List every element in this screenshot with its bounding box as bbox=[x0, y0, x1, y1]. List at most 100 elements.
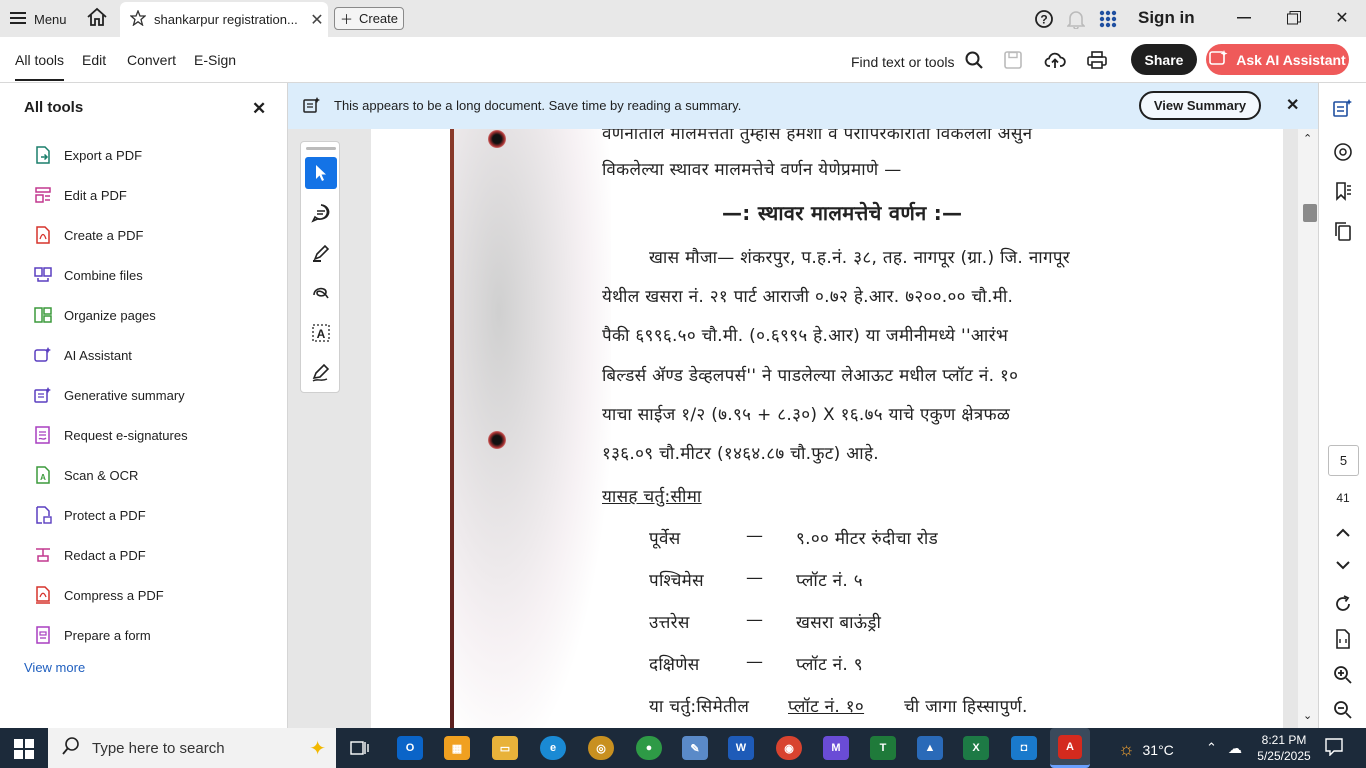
next-page-icon[interactable] bbox=[1331, 553, 1355, 577]
text-box-icon[interactable]: A bbox=[305, 317, 337, 349]
upload-cloud-icon[interactable] bbox=[1043, 49, 1067, 71]
notification-icon[interactable] bbox=[1325, 738, 1343, 761]
outlook-icon[interactable]: O bbox=[397, 736, 423, 760]
doc-line: विकलेल्या स्थावर मालमत्तेचे वर्णन येणेप्… bbox=[602, 160, 902, 180]
zoom-out-icon[interactable] bbox=[1331, 698, 1355, 722]
apps-grid-icon[interactable] bbox=[1097, 8, 1119, 30]
tool-label: Request e-signatures bbox=[64, 427, 188, 443]
scrollbar-thumb[interactable] bbox=[1303, 204, 1317, 222]
tool-redact-pdf[interactable]: Redact a PDF bbox=[34, 543, 146, 567]
task-view-icon[interactable] bbox=[348, 736, 374, 760]
tab-all-tools[interactable]: All tools bbox=[15, 52, 65, 81]
close-banner-icon[interactable]: ✕ bbox=[1286, 95, 1299, 115]
taskbar-search-box[interactable]: Type here to search ✦ bbox=[48, 728, 336, 768]
home-icon[interactable] bbox=[86, 7, 112, 31]
select-cursor-icon[interactable] bbox=[305, 157, 337, 189]
tab-edit[interactable]: Edit bbox=[82, 52, 106, 68]
minimize-icon[interactable] bbox=[1229, 4, 1259, 32]
close-panel-icon[interactable]: ✕ bbox=[252, 99, 266, 119]
current-page-input[interactable]: 5 bbox=[1328, 445, 1359, 476]
previous-page-icon[interactable] bbox=[1331, 521, 1355, 545]
pdf-page[interactable]: वणनातील मालमत्तता तुम्हास हमशा व पराापरक… bbox=[371, 129, 1283, 728]
find-tools-button[interactable]: Find text or tools bbox=[851, 51, 983, 72]
view-summary-button[interactable]: View Summary bbox=[1139, 91, 1261, 120]
document-tab[interactable]: shankarpur registration... ✕ bbox=[120, 2, 328, 37]
tool-organize-pages[interactable]: Organize pages bbox=[34, 303, 156, 327]
bookmark-icon[interactable] bbox=[1331, 179, 1355, 203]
menu-button[interactable]: Menu bbox=[10, 8, 67, 30]
tool-protect-pdf[interactable]: Protect a PDF bbox=[34, 503, 146, 527]
highlight-pen-icon[interactable] bbox=[305, 237, 337, 269]
paint-icon[interactable]: ✎ bbox=[682, 736, 708, 760]
print-icon[interactable] bbox=[1085, 49, 1109, 71]
scroll-down-arrow-icon[interactable]: ⌄ bbox=[1303, 709, 1312, 722]
tool-generative-summary[interactable]: Generative summary bbox=[34, 383, 185, 407]
tool-combine-files[interactable]: Combine files bbox=[34, 263, 143, 287]
tool-create-pdf[interactable]: Create a PDF bbox=[34, 223, 143, 247]
tool-edit-pdf[interactable]: Edit a PDF bbox=[34, 183, 127, 207]
panel-title: All tools bbox=[24, 99, 84, 116]
weather-icon: ☼ bbox=[1118, 739, 1135, 759]
tab-esign[interactable]: E-Sign bbox=[194, 52, 236, 68]
vertical-scrollbar[interactable]: ⌃ ⌄ bbox=[1298, 129, 1318, 728]
drag-handle[interactable] bbox=[306, 147, 336, 150]
banner-message: This appears to be a long document. Save… bbox=[334, 98, 742, 113]
create-button[interactable]: ＋ Create bbox=[334, 7, 404, 30]
microsoft-365-icon[interactable]: M bbox=[823, 736, 849, 760]
restore-icon[interactable] bbox=[1279, 4, 1309, 32]
copy-pages-icon[interactable] bbox=[1331, 219, 1355, 243]
tab-convert[interactable]: Convert bbox=[127, 52, 176, 68]
chrome-icon[interactable]: ◉ bbox=[776, 736, 802, 760]
tool-export-pdf[interactable]: Export a PDF bbox=[34, 143, 142, 167]
close-window-icon[interactable]: ✕ bbox=[1327, 4, 1357, 32]
ask-ai-assistant-button[interactable]: Ask AI Assistant bbox=[1206, 44, 1349, 75]
comment-mention-icon[interactable] bbox=[1331, 140, 1355, 164]
document-viewer[interactable]: वणनातील मालमत्तता तुम्हास हमशा व पराापरक… bbox=[288, 83, 1318, 728]
app-teal-icon[interactable]: ◘ bbox=[1011, 736, 1037, 760]
right-rail: 5 41 bbox=[1318, 83, 1366, 728]
star-icon[interactable] bbox=[129, 9, 147, 29]
scroll-up-arrow-icon[interactable]: ⌃ bbox=[1303, 132, 1312, 145]
bell-icon[interactable] bbox=[1065, 8, 1087, 30]
sign-in-link[interactable]: Sign in bbox=[1138, 8, 1195, 28]
acrobat-icon[interactable]: A bbox=[1050, 728, 1090, 768]
share-button[interactable]: Share bbox=[1131, 44, 1197, 75]
view-more-link[interactable]: View more bbox=[24, 660, 85, 675]
edge-browser-icon[interactable]: e bbox=[540, 736, 566, 760]
windows-start-icon[interactable] bbox=[14, 739, 34, 764]
weather-widget[interactable]: ☼ 31°C bbox=[1118, 739, 1174, 760]
closing-plot: प्लॉट नं. १० bbox=[788, 697, 865, 717]
zoom-in-icon[interactable] bbox=[1331, 663, 1355, 687]
tally-app-icon[interactable]: T bbox=[870, 736, 896, 760]
tool-request-esignatures[interactable]: Request e-signatures bbox=[34, 423, 188, 447]
rotate-icon[interactable] bbox=[1331, 592, 1355, 616]
ai-sparkle-icon bbox=[1209, 49, 1229, 70]
draw-freehand-icon[interactable] bbox=[305, 277, 337, 309]
generative-summary-rail-icon[interactable] bbox=[1331, 96, 1355, 120]
boundary-dash: — bbox=[746, 652, 764, 672]
fit-page-icon[interactable] bbox=[1331, 627, 1355, 651]
menu-label: Menu bbox=[34, 11, 67, 27]
chrome-profile-icon[interactable]: ● bbox=[636, 736, 662, 760]
word-icon[interactable]: W bbox=[728, 736, 754, 760]
save-icon[interactable] bbox=[1001, 49, 1025, 71]
cloud-icon[interactable]: ☁ bbox=[1228, 740, 1242, 757]
file-explorer-icon[interactable]: ▭ bbox=[492, 736, 518, 760]
sign-icon[interactable] bbox=[305, 357, 337, 389]
excel-icon[interactable]: X bbox=[963, 736, 989, 760]
title-bar: Menu shankarpur registration... ✕ ＋ Crea… bbox=[0, 0, 1366, 37]
tool-compress-pdf[interactable]: Compress a PDF bbox=[34, 583, 164, 607]
tool-prepare-form[interactable]: Prepare a form bbox=[34, 623, 151, 647]
boundary-heading: यासह चर्तु:सीमा bbox=[602, 487, 702, 507]
boundary-value: खसरा बाऊंड्री bbox=[796, 613, 882, 633]
tool-ai-assistant[interactable]: AI Assistant bbox=[34, 343, 132, 367]
app-blue-icon[interactable]: ▲ bbox=[917, 736, 943, 760]
tool-scan-ocr[interactable]: A Scan & OCR bbox=[34, 463, 138, 487]
microsoft-store-icon[interactable]: ▦ bbox=[444, 736, 470, 760]
app-gold-icon[interactable]: ◎ bbox=[588, 736, 614, 760]
tray-chevron-icon[interactable]: ⌃ bbox=[1206, 740, 1217, 756]
close-tab-icon[interactable]: ✕ bbox=[306, 10, 328, 30]
help-icon[interactable]: ? bbox=[1033, 8, 1055, 30]
comment-icon[interactable] bbox=[305, 197, 337, 229]
clock[interactable]: 8:21 PM 5/25/2025 bbox=[1252, 732, 1316, 764]
